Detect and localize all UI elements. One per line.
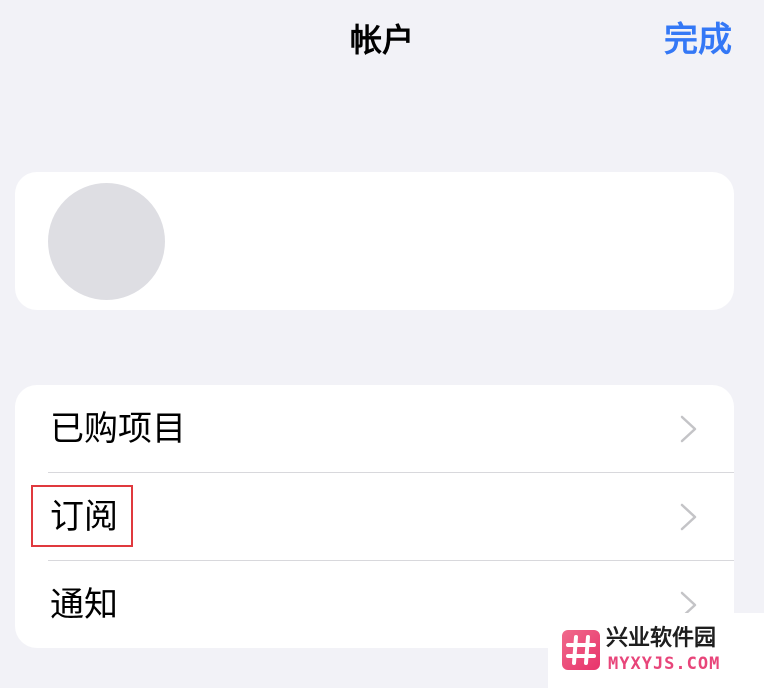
highlight-annotation [31, 485, 133, 547]
menu-item-label: 已购项目 [50, 409, 186, 449]
watermark: 兴业软件园 MYXYJS.COM [548, 613, 764, 688]
hash-logo-icon [562, 630, 600, 670]
menu-item-label: 通知 [50, 585, 118, 625]
menu-item-purchases[interactable]: 已购项目 [15, 385, 734, 473]
done-button[interactable]: 完成 [664, 14, 732, 66]
avatar[interactable] [48, 183, 165, 300]
watermark-domain: MYXYJS.COM [608, 654, 721, 674]
watermark-title: 兴业软件园 [606, 626, 717, 651]
page-title: 帐户 [349, 21, 414, 59]
chevron-right-icon [680, 503, 697, 531]
profile-card [15, 172, 734, 310]
chevron-right-icon [680, 415, 697, 443]
